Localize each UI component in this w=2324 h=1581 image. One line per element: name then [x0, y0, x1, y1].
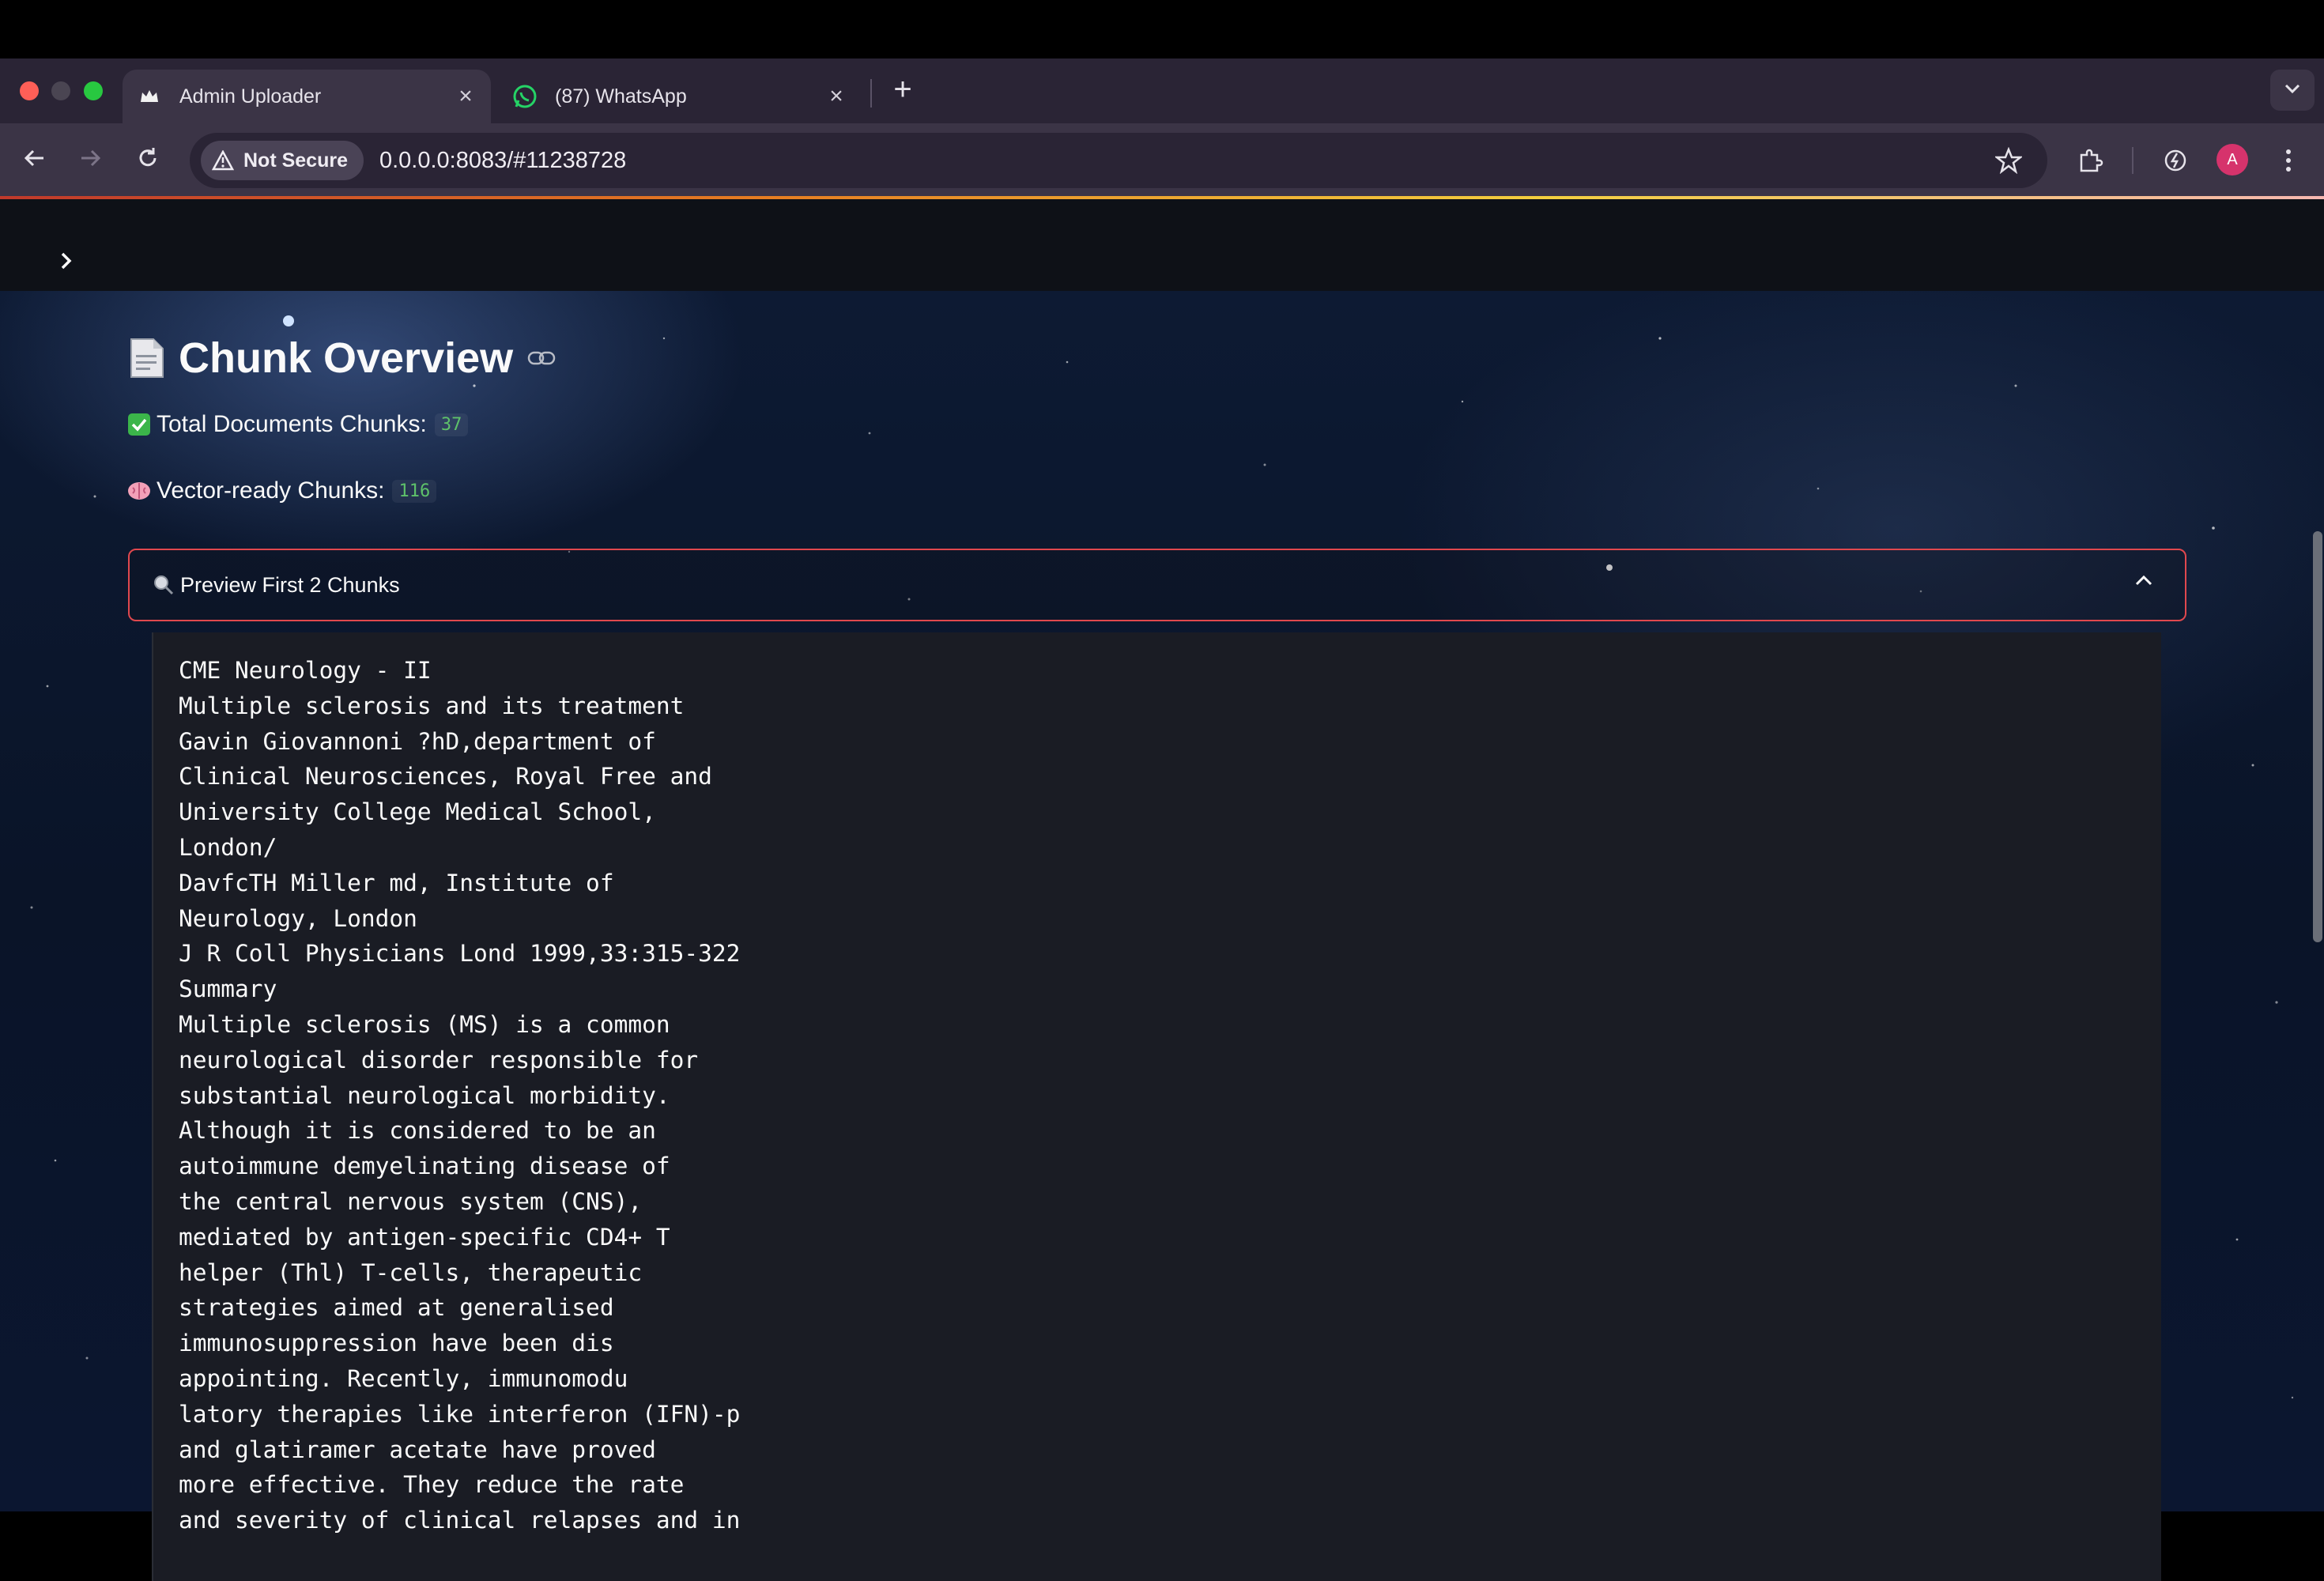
tab-search-button[interactable]	[2270, 70, 2315, 111]
window-maximize-button[interactable]	[84, 81, 103, 100]
crown-icon	[137, 84, 162, 109]
tab-admin-uploader[interactable]: Admin Uploader ×	[123, 70, 491, 123]
document-icon	[126, 336, 168, 380]
more-menu-icon[interactable]	[2269, 141, 2308, 180]
security-label: Not Secure	[243, 149, 348, 172]
back-button[interactable]	[14, 139, 55, 180]
tab-close-icon[interactable]: ×	[822, 83, 851, 110]
chevron-down-icon	[2284, 83, 2301, 98]
window-minimize-button[interactable]	[51, 81, 70, 100]
sidebar-expand-button[interactable]	[49, 245, 84, 280]
metric-vector-chunks: Vector-ready Chunks: 116	[126, 477, 437, 504]
bookmark-star-icon[interactable]	[1990, 142, 2027, 179]
magnifying-glass-icon	[153, 575, 174, 595]
expander-label: Preview First 2 Chunks	[180, 572, 400, 597]
chevron-up-icon	[2134, 574, 2153, 587]
page-title-text: Chunk Overview	[179, 334, 514, 382]
performance-icon[interactable]	[2156, 141, 2195, 180]
metric-total-chunks: Total Documents Chunks: 37	[126, 411, 469, 438]
whatsapp-icon	[512, 84, 538, 109]
metric-label: Vector-ready Chunks:	[157, 477, 385, 504]
reload-button[interactable]	[127, 139, 168, 180]
profile-avatar[interactable]: A	[2216, 144, 2248, 175]
metric-value: 37	[434, 413, 469, 436]
reload-icon	[136, 146, 160, 174]
tab-whatsapp[interactable]: (87) WhatsApp ×	[498, 70, 862, 123]
toolbar-divider	[2132, 147, 2133, 174]
screen-top-bar	[0, 0, 2324, 58]
anchor-link-icon[interactable]	[527, 349, 556, 367]
metric-value: 116	[392, 479, 437, 503]
window-close-button[interactable]	[20, 81, 39, 100]
app-header	[0, 199, 2324, 291]
tab-title: Admin Uploader	[179, 85, 322, 108]
chunk-preview-code-block: CME Neurology - II Multiple sclerosis an…	[152, 632, 2161, 1581]
tab-title: (87) WhatsApp	[555, 85, 687, 108]
metric-label: Total Documents Chunks:	[157, 411, 427, 437]
chunk-text: CME Neurology - II Multiple sclerosis an…	[179, 657, 741, 1534]
check-mark-icon	[126, 412, 152, 437]
warning-icon	[212, 150, 234, 171]
tab-close-icon[interactable]: ×	[451, 83, 480, 110]
tab-divider	[870, 79, 872, 108]
url-text: 0.0.0.0:8083/#11238728	[379, 147, 627, 173]
forward-button[interactable]	[70, 139, 111, 180]
address-bar[interactable]: Not Secure 0.0.0.0:8083/#11238728	[190, 133, 2047, 188]
preview-chunks-expander[interactable]: Preview First 2 Chunks	[128, 549, 2186, 621]
extensions-puzzle-icon[interactable]	[2071, 141, 2111, 180]
arrow-right-icon	[78, 146, 102, 174]
site-info-button[interactable]: Not Secure	[201, 141, 364, 180]
page-scrollbar[interactable]	[2313, 531, 2322, 942]
page-title: Chunk Overview	[126, 334, 556, 383]
new-tab-button[interactable]: +	[884, 70, 922, 111]
brain-icon	[126, 478, 152, 504]
chevron-right-icon	[58, 251, 75, 275]
arrow-left-icon	[23, 146, 47, 174]
